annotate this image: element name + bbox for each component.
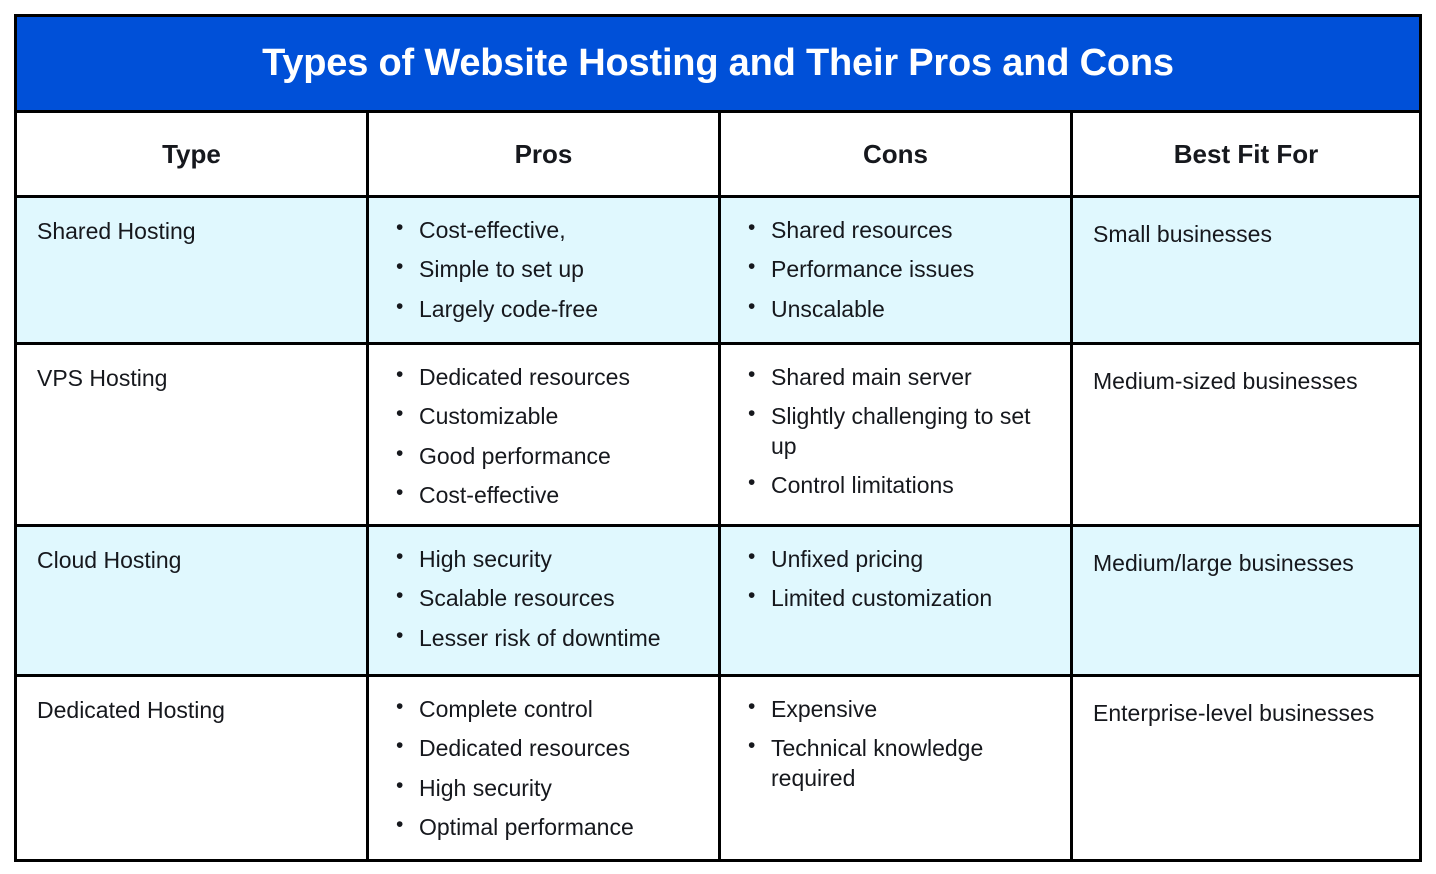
table-row: Cloud Hosting High security Scalable res… — [17, 524, 1419, 674]
cell-best-fit-for: Enterprise-level businesses — [1070, 677, 1419, 859]
cell-pros: Cost-effective, Simple to set up Largely… — [366, 198, 718, 342]
hosting-type-label: Dedicated Hosting — [37, 697, 225, 723]
cell-type: Dedicated Hosting — [17, 677, 366, 859]
cell-pros: Dedicated resources Customizable Good pe… — [366, 345, 718, 524]
list-item: Shared main server — [748, 362, 1054, 402]
cons-list: Shared main server Slightly challenging … — [721, 345, 1070, 511]
cell-cons: Expensive Technical knowledge required — [718, 677, 1070, 859]
list-item: Largely code-free — [396, 294, 702, 334]
list-item: Slightly challenging to set up — [748, 401, 1054, 471]
list-item: Customizable — [396, 401, 702, 441]
column-header-cons: Cons — [718, 113, 1070, 195]
cell-best-fit-for: Medium/large businesses — [1070, 527, 1419, 674]
list-item: Good performance — [396, 441, 702, 481]
page-root: Types of Website Hosting and Their Pros … — [0, 0, 1436, 874]
column-header-best-fit-for: Best Fit For — [1070, 113, 1419, 195]
list-item: Control limitations — [748, 470, 1054, 510]
cell-pros: Complete control Dedicated resources Hig… — [366, 677, 718, 859]
cell-type: Shared Hosting — [17, 198, 366, 342]
table-row: Shared Hosting Cost-effective, Simple to… — [17, 195, 1419, 342]
list-item: Scalable resources — [396, 583, 702, 623]
best-fit-text: Enterprise-level businesses — [1093, 700, 1375, 726]
cell-cons: Unfixed pricing Limited customization — [718, 527, 1070, 674]
column-header-label: Cons — [863, 138, 928, 169]
cell-cons: Shared main server Slightly challenging … — [718, 345, 1070, 524]
best-fit-text: Medium-sized businesses — [1093, 368, 1358, 394]
list-item: Cost-effective, — [396, 215, 702, 255]
cell-cons: Shared resources Performance issues Unsc… — [718, 198, 1070, 342]
list-item: Dedicated resources — [396, 733, 702, 773]
cons-list: Expensive Technical knowledge required — [721, 677, 1070, 803]
column-header-type: Type — [17, 113, 366, 195]
table-row: Dedicated Hosting Complete control Dedic… — [17, 674, 1419, 859]
list-item: Shared resources — [748, 215, 1054, 255]
pros-list: Dedicated resources Customizable Good pe… — [369, 345, 718, 521]
cell-best-fit-for: Small businesses — [1070, 198, 1419, 342]
list-item: Complete control — [396, 694, 702, 734]
list-item: Lesser risk of downtime — [396, 623, 702, 663]
list-item: Unfixed pricing — [748, 544, 1054, 584]
hosting-type-label: VPS Hosting — [37, 365, 168, 391]
best-fit-text: Medium/large businesses — [1093, 550, 1354, 576]
page-title: Types of Website Hosting and Their Pros … — [262, 41, 1174, 84]
best-fit-text: Small businesses — [1093, 221, 1272, 247]
list-item: Dedicated resources — [396, 362, 702, 402]
column-header-pros: Pros — [366, 113, 718, 195]
list-item: Limited customization — [748, 583, 1054, 623]
pros-list: Complete control Dedicated resources Hig… — [369, 677, 718, 853]
hosting-type-label: Cloud Hosting — [37, 547, 182, 573]
list-item: Simple to set up — [396, 254, 702, 294]
list-item: High security — [396, 544, 702, 584]
list-item: Cost-effective — [396, 480, 702, 520]
list-item: Expensive — [748, 694, 1054, 734]
list-item: Performance issues — [748, 254, 1054, 294]
table-header-row: Type Pros Cons Best Fit For — [17, 110, 1419, 195]
list-item: Optimal performance — [396, 812, 702, 852]
list-item: High security — [396, 773, 702, 813]
column-header-label: Type — [162, 138, 221, 169]
pros-list: Cost-effective, Simple to set up Largely… — [369, 198, 718, 334]
cell-best-fit-for: Medium-sized businesses — [1070, 345, 1419, 524]
column-header-label: Pros — [514, 138, 573, 169]
cons-list: Unfixed pricing Limited customization — [721, 527, 1070, 624]
table-row: VPS Hosting Dedicated resources Customiz… — [17, 342, 1419, 524]
cell-pros: High security Scalable resources Lesser … — [366, 527, 718, 674]
cons-list: Shared resources Performance issues Unsc… — [721, 198, 1070, 334]
hosting-type-label: Shared Hosting — [37, 218, 196, 244]
list-item: Unscalable — [748, 294, 1054, 334]
table-title-banner: Types of Website Hosting and Their Pros … — [17, 17, 1419, 110]
cell-type: Cloud Hosting — [17, 527, 366, 674]
column-header-label: Best Fit For — [1173, 138, 1319, 169]
list-item: Technical knowledge required — [748, 733, 1054, 803]
cell-type: VPS Hosting — [17, 345, 366, 524]
hosting-comparison-table: Types of Website Hosting and Their Pros … — [14, 14, 1422, 862]
pros-list: High security Scalable resources Lesser … — [369, 527, 718, 663]
